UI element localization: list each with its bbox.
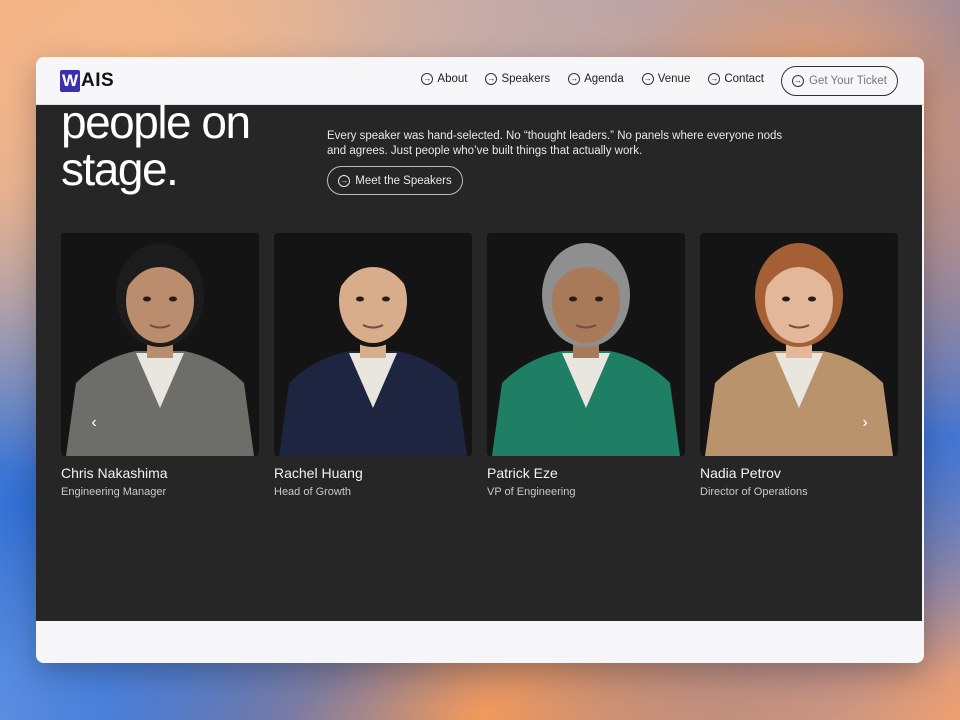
speaker-role: Director of Operations	[700, 486, 808, 498]
chevron-right-icon[interactable]: ›	[857, 415, 873, 431]
nav-link-about[interactable]: → About	[421, 73, 467, 85]
arrow-right-circle-icon: →	[485, 73, 498, 85]
speaker-card[interactable]: Patrick Eze VP of Engineering	[487, 233, 685, 498]
nav-link-venue[interactable]: → Venue	[641, 73, 691, 85]
logo-mark: W	[60, 70, 80, 92]
footer-strip	[36, 621, 924, 663]
speaker-card[interactable]: Rachel Huang Head of Growth	[274, 233, 472, 498]
hero-title: people on stage.	[61, 96, 251, 195]
speaker-carousel: Chris Nakashima Engineering Manager Rach…	[61, 233, 898, 513]
speaker-name: Patrick Eze	[487, 465, 558, 481]
get-ticket-label: Get Your Ticket	[809, 75, 887, 87]
chevron-left-icon[interactable]: ‹	[86, 415, 102, 431]
speaker-photo	[487, 233, 685, 456]
speaker-role: Engineering Manager	[61, 486, 167, 498]
nav-link-label: About	[437, 73, 468, 85]
logo[interactable]: W AIS	[60, 69, 114, 93]
nav-link-label: Contact	[724, 73, 764, 85]
arrow-right-circle-icon: →	[568, 73, 581, 85]
speaker-name: Chris Nakashima	[61, 465, 168, 481]
meet-speakers-label: Meet the Speakers	[355, 174, 452, 187]
arrow-right-circle-icon: →	[708, 73, 721, 85]
speaker-name: Nadia Petrov	[700, 465, 781, 481]
speaker-role: VP of Engineering	[487, 486, 576, 498]
nav-link-agenda[interactable]: → Agenda	[568, 73, 624, 85]
arrow-right-circle-icon: →	[641, 73, 654, 85]
nav-link-speakers[interactable]: → Speakers	[485, 73, 550, 85]
speaker-name: Rachel Huang	[274, 465, 363, 481]
portrait-illustration	[487, 233, 685, 456]
hero-description: Every speaker was hand-selected. No “tho…	[327, 130, 783, 157]
meet-speakers-button[interactable]: → Meet the Speakers	[327, 166, 463, 195]
browser-window: W AIS → About → Speakers → Agenda → Venu…	[36, 57, 924, 663]
nav-link-label: Venue	[657, 73, 691, 85]
nav-link-label: Speakers	[501, 73, 551, 85]
logo-text: AIS	[81, 70, 115, 91]
arrow-right-circle-icon: →	[338, 174, 351, 187]
nav-link-label: Agenda	[584, 73, 624, 85]
nav-links: → About → Speakers → Agenda → Venue → Co…	[421, 73, 764, 85]
speaker-role: Head of Growth	[274, 486, 352, 498]
arrow-right-circle-icon: →	[421, 73, 434, 85]
speakers-section: people on stage. Every speaker was hand-…	[36, 99, 922, 621]
get-ticket-button[interactable]: → Get Your Ticket	[781, 66, 898, 96]
speaker-card[interactable]: Chris Nakashima Engineering Manager	[61, 233, 259, 498]
portrait-illustration	[274, 233, 472, 456]
arrow-right-circle-icon: →	[792, 75, 804, 87]
speaker-card[interactable]: Nadia Petrov Director of Operations	[700, 233, 898, 498]
speaker-photo	[274, 233, 472, 456]
nav-link-contact[interactable]: → Contact	[708, 73, 764, 85]
